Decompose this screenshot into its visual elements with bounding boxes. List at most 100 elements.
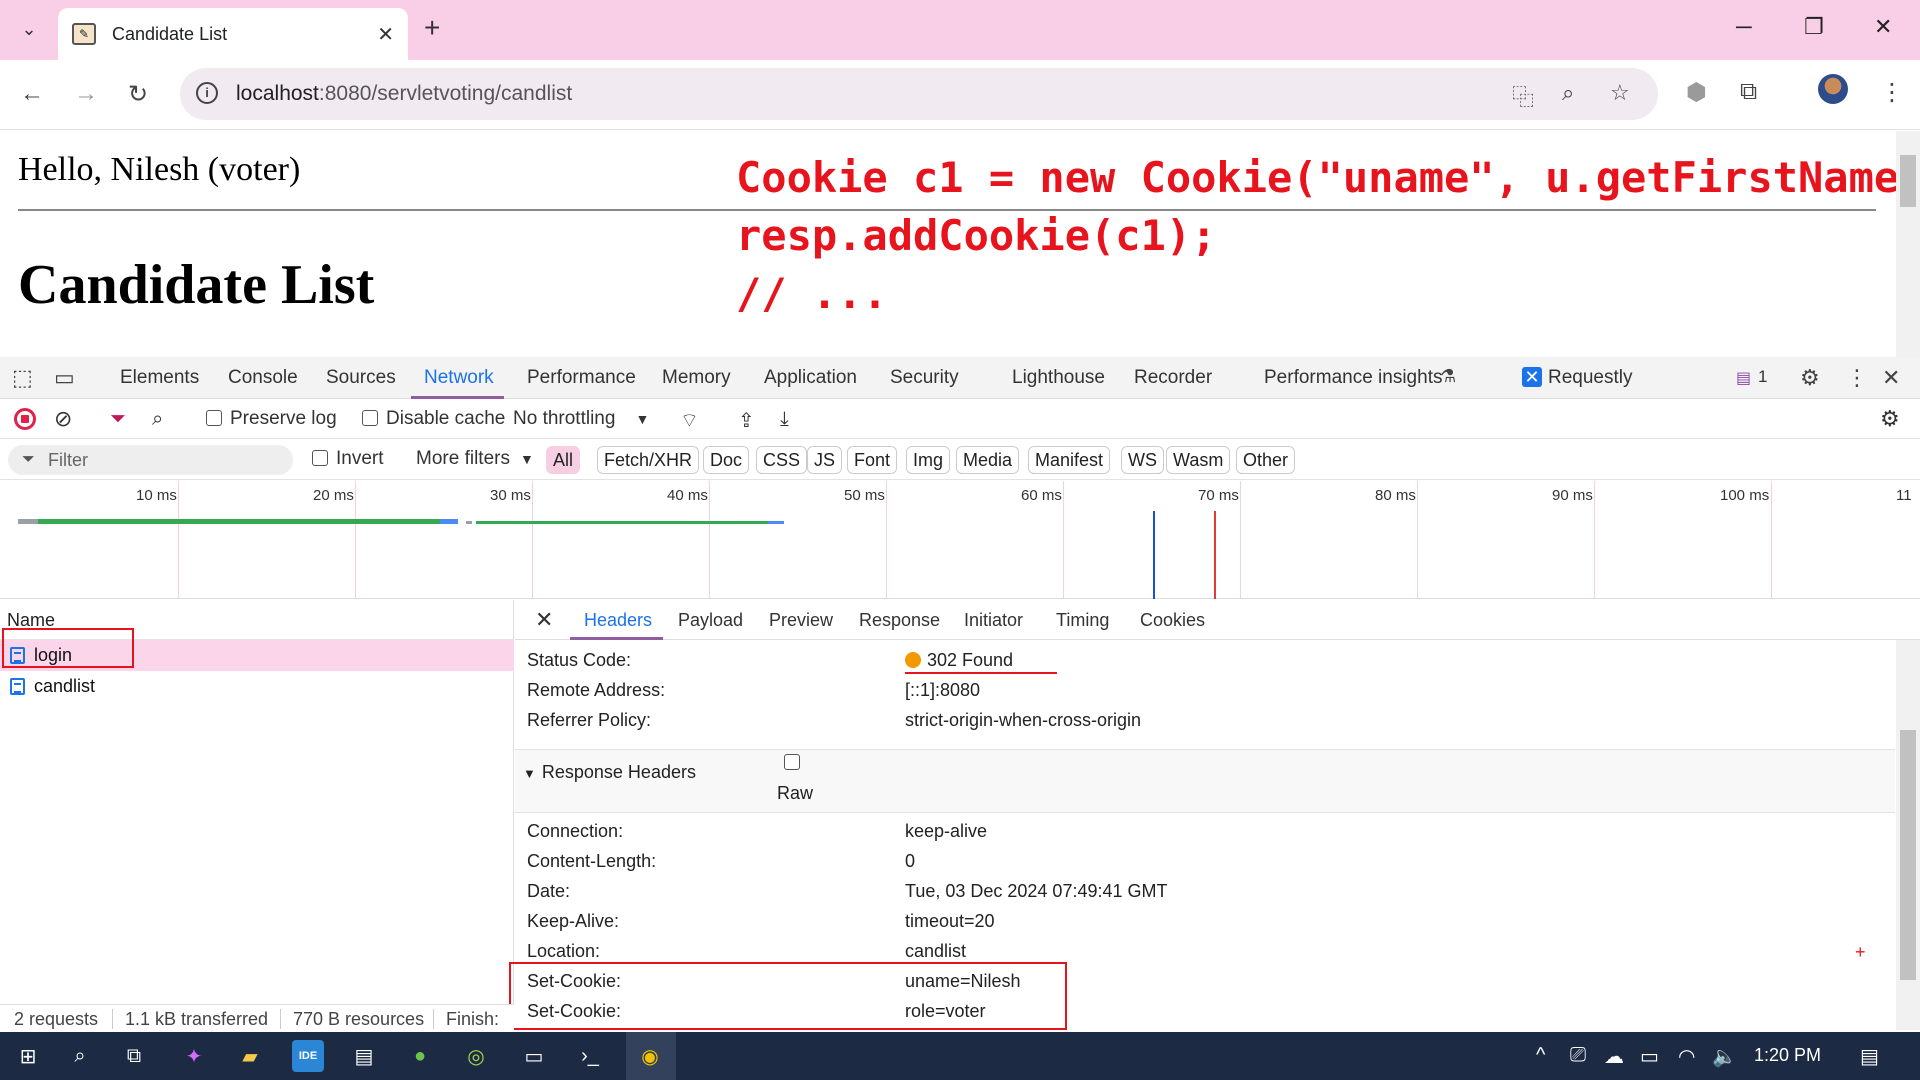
tab-recorder[interactable]: Recorder bbox=[1134, 367, 1212, 389]
site-info-icon[interactable]: i bbox=[196, 82, 218, 104]
more-filters-dropdown[interactable]: More filters ▼ bbox=[416, 448, 534, 470]
chip-css[interactable]: CSS bbox=[756, 446, 808, 474]
throttling-select[interactable]: No throttling ▼ bbox=[513, 408, 649, 430]
tab-application[interactable]: Application bbox=[764, 367, 857, 389]
profile-avatar[interactable] bbox=[1818, 74, 1848, 104]
tab-sources[interactable]: Sources bbox=[326, 367, 396, 389]
extension-icon[interactable]: ⬢ bbox=[1686, 78, 1707, 107]
tab-performance-insights[interactable]: Performance insights bbox=[1264, 367, 1442, 389]
tab-timing[interactable]: Timing bbox=[1056, 610, 1109, 631]
details-scrollbar[interactable] bbox=[1896, 640, 1920, 1030]
network-timeline-overview[interactable]: 10 ms 20 ms 30 ms 40 ms 50 ms 60 ms 70 m… bbox=[0, 481, 1920, 599]
copilot-icon[interactable]: ✦ bbox=[178, 1040, 210, 1072]
tab-search-chevron-icon[interactable]: ⌄ bbox=[12, 12, 46, 46]
address-bar[interactable]: i localhost:8080/servletvoting/candlist … bbox=[180, 68, 1658, 120]
details-scroll-thumb[interactable] bbox=[1900, 730, 1916, 980]
task-view-icon[interactable]: ⧉ bbox=[118, 1040, 150, 1072]
notifications-icon[interactable]: ▤ bbox=[1860, 1044, 1879, 1069]
page-scroll-thumb[interactable] bbox=[1900, 155, 1916, 207]
network-conditions-icon[interactable]: ⌔ bbox=[680, 408, 699, 433]
chip-media[interactable]: Media bbox=[956, 446, 1020, 474]
import-har-icon[interactable]: ⇪ bbox=[738, 408, 755, 433]
file-explorer-icon[interactable]: ▰ bbox=[234, 1040, 266, 1072]
windows-start-icon[interactable]: ⊞ bbox=[12, 1040, 44, 1072]
tab-payload[interactable]: Payload bbox=[678, 610, 743, 631]
disable-cache-checkbox[interactable]: Disable cache bbox=[362, 408, 505, 430]
chip-other[interactable]: Other bbox=[1236, 446, 1296, 474]
checkbox-box[interactable] bbox=[362, 410, 378, 426]
raw-checkbox[interactable] bbox=[784, 754, 800, 770]
add-header-icon[interactable]: + bbox=[1855, 942, 1866, 963]
chip-manifest[interactable]: Manifest bbox=[1028, 446, 1111, 474]
device-toolbar-icon[interactable]: ▭ bbox=[54, 365, 75, 391]
search-icon[interactable]: ⌕ bbox=[64, 1040, 96, 1072]
volume-icon[interactable]: 🔈 bbox=[1712, 1044, 1737, 1069]
reload-icon[interactable]: ↻ bbox=[128, 80, 148, 109]
restore-button[interactable]: ❐ bbox=[1804, 14, 1824, 40]
search-icon[interactable]: ⌕ bbox=[152, 408, 163, 431]
checkbox-box[interactable] bbox=[312, 450, 328, 466]
eclipse-icon[interactable]: ◎ bbox=[460, 1040, 492, 1072]
translate-icon[interactable]: ⿻ bbox=[1512, 80, 1534, 112]
network-settings-gear-icon[interactable]: ⚙ bbox=[1880, 406, 1900, 432]
chip-font[interactable]: Font bbox=[847, 446, 898, 474]
response-headers-section[interactable]: ▼ Response Headers Raw bbox=[515, 749, 1895, 813]
filter-funnel-icon[interactable]: ⏷ bbox=[110, 408, 126, 431]
chip-js[interactable]: JS bbox=[807, 446, 843, 474]
tab-cookies[interactable]: Cookies bbox=[1140, 610, 1205, 631]
new-tab-button[interactable]: + bbox=[424, 14, 440, 42]
tab-network[interactable]: Network bbox=[424, 367, 494, 389]
taskbar-clock[interactable]: 1:20 PM bbox=[1754, 1045, 1821, 1066]
tab-requestly[interactable]: Requestly bbox=[1548, 367, 1633, 389]
stop-recording-icon[interactable] bbox=[14, 408, 36, 430]
export-har-icon[interactable]: ⤓ bbox=[780, 408, 789, 431]
meet-now-icon[interactable]: ⎚ bbox=[1570, 1044, 1586, 1067]
notepad-icon[interactable]: ▤ bbox=[348, 1040, 380, 1072]
onedrive-cloud-icon[interactable]: ☁ bbox=[1604, 1044, 1624, 1069]
close-details-icon[interactable]: ✕ bbox=[535, 607, 553, 633]
tray-chevron-up-icon[interactable]: ^ bbox=[1536, 1044, 1545, 1067]
preserve-log-checkbox[interactable]: Preserve log bbox=[206, 408, 337, 430]
issues-count[interactable]: 1 bbox=[1758, 367, 1767, 387]
forward-arrow-icon[interactable]: → bbox=[74, 80, 98, 108]
battery-icon[interactable]: ▭ bbox=[1640, 1044, 1659, 1069]
terminal-window-icon[interactable]: ▭ bbox=[518, 1040, 550, 1072]
chip-img[interactable]: Img bbox=[906, 446, 951, 474]
minimize-button[interactable]: ─ bbox=[1736, 14, 1752, 40]
tab-initiator[interactable]: Initiator bbox=[964, 610, 1023, 631]
chip-fetch-xhr[interactable]: Fetch/XHR bbox=[597, 446, 700, 474]
tab-response[interactable]: Response bbox=[859, 610, 940, 631]
issues-icon[interactable]: ▤ bbox=[1736, 368, 1751, 388]
tab-elements[interactable]: Elements bbox=[120, 367, 199, 389]
tab-console[interactable]: Console bbox=[228, 367, 298, 389]
chrome-icon[interactable]: ◉ bbox=[634, 1040, 666, 1072]
back-arrow-icon[interactable]: ← bbox=[20, 80, 44, 108]
clear-log-icon[interactable]: ⊘ bbox=[54, 406, 72, 432]
tab-close-icon[interactable]: ✕ bbox=[377, 22, 394, 47]
window-close-button[interactable]: ✕ bbox=[1874, 14, 1892, 40]
chip-doc[interactable]: Doc bbox=[703, 446, 750, 474]
command-prompt-icon[interactable]: ›_ bbox=[574, 1040, 606, 1072]
filter-input[interactable]: ⏷ Filter bbox=[8, 445, 293, 475]
browser-menu-icon[interactable]: ⋮ bbox=[1880, 78, 1904, 107]
tab-preview[interactable]: Preview bbox=[769, 610, 833, 631]
tab-performance[interactable]: Performance bbox=[527, 367, 636, 389]
bookmark-star-icon[interactable]: ☆ bbox=[1610, 80, 1630, 106]
wifi-icon[interactable]: ◠ bbox=[1678, 1044, 1695, 1069]
chip-ws[interactable]: WS bbox=[1121, 446, 1164, 474]
request-row-candlist[interactable]: candlist bbox=[0, 671, 514, 702]
chip-wasm[interactable]: Wasm bbox=[1166, 446, 1231, 474]
chip-all[interactable]: All bbox=[546, 446, 581, 474]
inspect-element-icon[interactable]: ⬚ bbox=[12, 365, 33, 391]
active-tab[interactable]: ✎ Candidate List ✕ bbox=[58, 8, 408, 60]
page-scrollbar[interactable] bbox=[1896, 131, 1920, 357]
devtools-more-icon[interactable]: ⋮ bbox=[1846, 365, 1868, 391]
ide-icon[interactable]: IDE bbox=[292, 1040, 324, 1072]
tab-security[interactable]: Security bbox=[890, 367, 959, 389]
checkbox-box[interactable] bbox=[206, 410, 222, 426]
zoom-icon[interactable]: ⌕ bbox=[1562, 80, 1574, 106]
response-headers-toggle[interactable]: ▼ Response Headers bbox=[523, 762, 696, 783]
tab-lighthouse[interactable]: Lighthouse bbox=[1012, 367, 1105, 389]
tab-memory[interactable]: Memory bbox=[662, 367, 731, 389]
devtools-close-icon[interactable]: ✕ bbox=[1882, 365, 1900, 391]
